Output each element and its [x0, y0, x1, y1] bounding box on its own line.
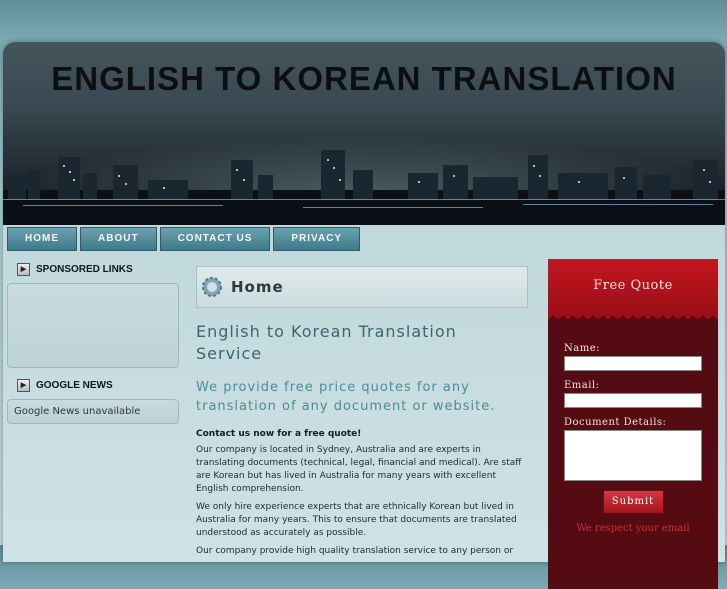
- nav-about[interactable]: ABOUT: [80, 227, 157, 251]
- paragraph: We only hire experience experts that are…: [196, 502, 517, 538]
- gear-icon: [202, 277, 222, 297]
- city-skyline-image: [3, 150, 725, 225]
- sidebar: ▶ SPONSORED LINKS ▶ GOOGLE NEWS Google N…: [7, 261, 179, 424]
- main-subheading: We provide free price quotes for any tra…: [196, 380, 496, 414]
- contact-callout: Contact us now for a free quote!: [196, 429, 362, 439]
- sponsored-links-title: SPONSORED LINKS: [36, 263, 133, 275]
- email-label: Email:: [564, 380, 600, 391]
- nav-contact-us[interactable]: CONTACT US: [159, 227, 271, 251]
- free-quote-panel: Free Quote Name: Email: Document Details…: [548, 259, 718, 589]
- page-title: Home: [231, 278, 284, 296]
- sponsored-links-box: [7, 283, 179, 368]
- free-quote-title: Free Quote: [593, 278, 673, 293]
- google-news-title: GOOGLE NEWS: [36, 379, 113, 391]
- paragraph: Our company is located in Sydney, Austra…: [196, 445, 522, 494]
- header-banner: ENGLISH TO KOREAN TRANSLATION: [3, 42, 725, 225]
- free-quote-header: Free Quote: [548, 259, 718, 319]
- email-respect-note: We respect your email: [576, 523, 690, 534]
- email-field[interactable]: [564, 393, 702, 408]
- document-details-field[interactable]: [564, 430, 702, 481]
- zigzag-divider: [548, 312, 718, 319]
- page-title-bar: Home: [196, 266, 528, 308]
- main-nav: HOME ABOUT CONTACT US PRIVACY: [7, 227, 361, 251]
- paragraph: Our company provide high quality transla…: [196, 546, 514, 556]
- main-heading: English to Korean Translation Service: [196, 322, 457, 363]
- submit-button[interactable]: Submit: [602, 490, 664, 514]
- nav-home[interactable]: HOME: [7, 227, 77, 251]
- google-news-header: ▶ GOOGLE NEWS: [7, 377, 179, 393]
- site-title: ENGLISH TO KOREAN TRANSLATION: [51, 60, 677, 97]
- sponsored-links-header: ▶ SPONSORED LINKS: [7, 261, 179, 277]
- arrow-right-icon: ▶: [17, 378, 30, 392]
- name-field[interactable]: [564, 356, 702, 371]
- document-details-label: Document Details:: [564, 417, 667, 428]
- nav-privacy[interactable]: PRIVACY: [273, 227, 361, 251]
- main-content: Home English to Korean Translation Servi…: [196, 266, 528, 558]
- google-news-box: Google News unavailable: [7, 399, 179, 424]
- name-label: Name:: [564, 343, 600, 354]
- arrow-right-icon: ▶: [17, 262, 30, 276]
